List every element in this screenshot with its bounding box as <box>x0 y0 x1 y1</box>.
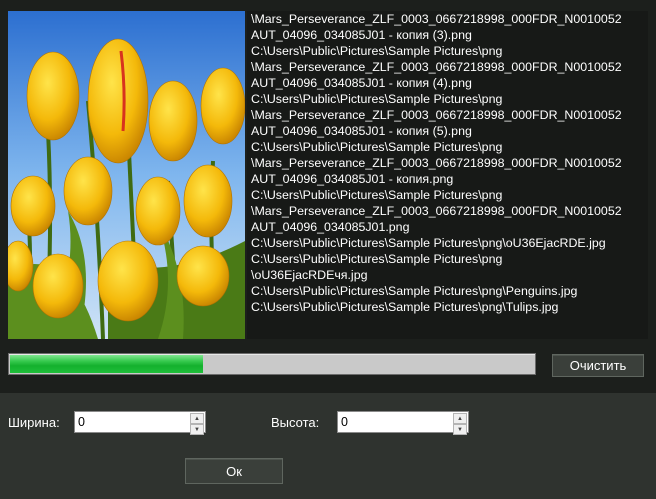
image-preview <box>8 11 245 339</box>
tulips-image-icon <box>8 11 245 339</box>
width-spinbox[interactable]: 0 ▲ ▼ <box>74 411 206 435</box>
file-list-line: C:\Users\Public\Pictures\Sample Pictures… <box>251 252 503 266</box>
width-decrement-icon[interactable]: ▼ <box>190 424 204 435</box>
width-spin-buttons: ▲ ▼ <box>190 413 204 435</box>
bottom-panel <box>0 393 656 499</box>
height-label: Высота: <box>271 415 320 430</box>
file-list-line: \Mars_Perseverance_ZLF_0003_0667218998_0… <box>251 156 622 170</box>
file-list-line: C:\Users\Public\Pictures\Sample Pictures… <box>251 284 578 298</box>
progress-fill <box>10 355 203 373</box>
file-list-line: C:\Users\Public\Pictures\Sample Pictures… <box>251 188 503 202</box>
file-list-line: AUT_04096_034085J01 - копия (4).png <box>251 76 472 90</box>
file-list-line: C:\Users\Public\Pictures\Sample Pictures… <box>251 92 503 106</box>
ok-button[interactable]: Ок <box>185 458 283 484</box>
width-increment-icon[interactable]: ▲ <box>190 413 204 424</box>
width-value[interactable]: 0 <box>78 415 85 429</box>
file-list-line: \Mars_Perseverance_ZLF_0003_0667218998_0… <box>251 60 622 74</box>
file-list-line: C:\Users\Public\Pictures\Sample Pictures… <box>251 300 559 314</box>
file-list-line: C:\Users\Public\Pictures\Sample Pictures… <box>251 44 503 58</box>
file-list-line: \oU36EjacRDEчя.jpg <box>251 268 368 282</box>
clear-button[interactable]: Очистить <box>552 354 644 377</box>
height-value[interactable]: 0 <box>341 415 348 429</box>
file-list-line: \Mars_Perseverance_ZLF_0003_0667218998_0… <box>251 108 622 122</box>
file-list-line: AUT_04096_034085J01 - копия (3).png <box>251 28 472 42</box>
file-list-line: \Mars_Perseverance_ZLF_0003_0667218998_0… <box>251 204 622 218</box>
height-spinbox[interactable]: 0 ▲ ▼ <box>337 411 469 435</box>
height-increment-icon[interactable]: ▲ <box>453 413 467 424</box>
file-list-line: AUT_04096_034085J01 - копия (5).png <box>251 124 472 138</box>
file-list[interactable]: \Mars_Perseverance_ZLF_0003_0667218998_0… <box>247 11 648 339</box>
width-label: Ширина: <box>8 415 60 430</box>
file-list-line: AUT_04096_034085J01.png <box>251 220 410 234</box>
height-spin-buttons: ▲ ▼ <box>453 413 467 435</box>
height-decrement-icon[interactable]: ▼ <box>453 424 467 435</box>
progress-bar <box>8 353 536 375</box>
file-list-line: \Mars_Perseverance_ZLF_0003_0667218998_0… <box>251 12 622 26</box>
file-list-line: C:\Users\Public\Pictures\Sample Pictures… <box>251 140 503 154</box>
file-list-line: C:\Users\Public\Pictures\Sample Pictures… <box>251 236 606 250</box>
file-list-line: AUT_04096_034085J01 - копия.png <box>251 172 454 186</box>
